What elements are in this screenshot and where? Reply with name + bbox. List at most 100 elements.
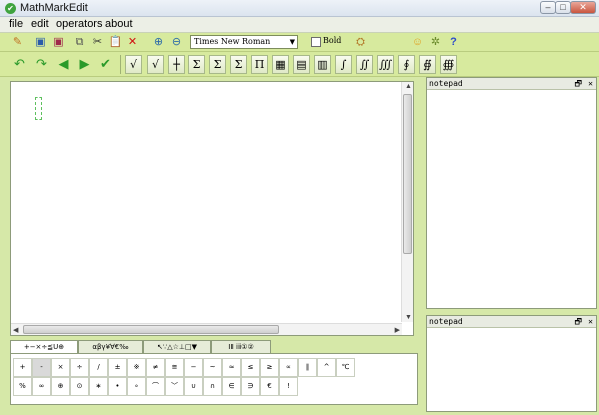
nth-root-button[interactable]: √ bbox=[147, 55, 164, 74]
maximize-button[interactable]: □ bbox=[555, 1, 571, 14]
symbol-cell[interactable]: ⊕ bbox=[51, 377, 70, 396]
menu-about[interactable]: about bbox=[105, 18, 133, 30]
image-icon[interactable]: ⛭ bbox=[353, 35, 368, 50]
symbol-cell[interactable]: ^ bbox=[317, 358, 336, 377]
symbol-cell[interactable]: ≈ bbox=[222, 358, 241, 377]
symbol-cell[interactable]: ≠ bbox=[146, 358, 165, 377]
notepad-title: notepad bbox=[429, 79, 463, 88]
sum-limits-button[interactable]: Σ bbox=[209, 55, 226, 74]
font-select[interactable]: Times New Roman ▼ bbox=[190, 35, 298, 49]
symbol-cell[interactable]: € bbox=[260, 377, 279, 396]
save-icon[interactable]: ▣ bbox=[33, 35, 48, 50]
menu-operators[interactable]: operators bbox=[56, 18, 102, 30]
symbol-cell[interactable]: ∘ bbox=[127, 377, 146, 396]
main-toolbar: ✎ ▣ ▣ ⧉ ✂ 📋 ✕ ⊕ ⊖ Times New Roman ▼ Bold… bbox=[0, 33, 599, 52]
tab-greek[interactable]: αβγ¥∀€‰ bbox=[78, 340, 143, 353]
symbol-cell[interactable]: ∋ bbox=[241, 377, 260, 396]
symbol-cell[interactable]: ∈ bbox=[222, 377, 241, 396]
scroll-right-icon[interactable]: ▶ bbox=[395, 326, 400, 334]
smiley-icon[interactable]: ☺ bbox=[410, 35, 425, 50]
symbol-cell[interactable]: ⊙ bbox=[70, 377, 89, 396]
zoom-in-icon[interactable]: ⊕ bbox=[151, 35, 166, 50]
symbol-tabs: +−×÷≦U⊕ αβγ¥∀€‰ ↖∵△☆⊥□▼ ⅠⅡ ⅰⅱ①② bbox=[10, 340, 420, 354]
product-button[interactable]: Π bbox=[251, 55, 268, 74]
symbol-cell[interactable]: × bbox=[51, 358, 70, 377]
bold-checkbox[interactable] bbox=[311, 37, 321, 47]
double-integral-button[interactable]: ∬ bbox=[356, 55, 373, 74]
symbol-cell[interactable]: ≤ bbox=[241, 358, 260, 377]
back-icon[interactable]: ◀ bbox=[56, 56, 71, 71]
vertical-scroll-thumb[interactable] bbox=[403, 94, 412, 254]
symbol-cell[interactable]: / bbox=[89, 358, 108, 377]
zoom-out-icon[interactable]: ⊖ bbox=[169, 35, 184, 50]
symbol-cell[interactable]: ※ bbox=[127, 358, 146, 377]
symbol-cell[interactable]: ≅ bbox=[165, 358, 184, 377]
fraction-button[interactable]: ┼ bbox=[168, 55, 185, 74]
forward-icon[interactable]: ▶ bbox=[77, 56, 92, 71]
symbol-cell[interactable]: ﹀ bbox=[165, 377, 184, 396]
symbol-cell[interactable]: ∗ bbox=[89, 377, 108, 396]
paste-icon[interactable]: 📋 bbox=[108, 35, 123, 50]
matrix-cols-button[interactable]: ▥ bbox=[314, 55, 331, 74]
equation-editor[interactable]: ▲ ▼ ◀ ▶ bbox=[10, 81, 414, 336]
triple-integral-button[interactable]: ∭ bbox=[377, 55, 394, 74]
app-logo-icon: ✔ bbox=[5, 3, 16, 14]
symbol-cell[interactable]: • bbox=[108, 377, 127, 396]
symbol-cell[interactable]: ⌒ bbox=[146, 377, 165, 396]
scroll-left-icon[interactable]: ◀ bbox=[13, 326, 18, 334]
check-icon[interactable]: ✔ bbox=[98, 56, 113, 71]
menu-edit[interactable]: edit bbox=[31, 18, 49, 30]
settings-icon[interactable]: ✲ bbox=[428, 35, 443, 50]
volume-integral-button[interactable]: ∰ bbox=[440, 55, 457, 74]
symbol-cell[interactable]: - bbox=[32, 358, 51, 377]
close-icon[interactable]: ✕ bbox=[588, 78, 593, 90]
scroll-down-icon[interactable]: ▼ bbox=[405, 314, 412, 321]
symbol-cell[interactable]: ± bbox=[108, 358, 127, 377]
symbol-cell[interactable]: ! bbox=[279, 377, 298, 396]
save-as-icon[interactable]: ▣ bbox=[51, 35, 66, 50]
symbol-cell[interactable]: ∪ bbox=[184, 377, 203, 396]
restore-icon[interactable]: 🗗 bbox=[574, 78, 582, 90]
menu-file[interactable]: file bbox=[9, 18, 23, 30]
edit-icon[interactable]: ✎ bbox=[10, 35, 25, 50]
horizontal-scrollbar[interactable]: ◀ ▶ bbox=[11, 323, 402, 335]
matrix-button[interactable]: ▦ bbox=[272, 55, 289, 74]
undo-icon[interactable]: ↶ bbox=[12, 56, 27, 71]
input-placeholder-box[interactable] bbox=[35, 97, 42, 120]
symbol-cell[interactable]: ∥ bbox=[298, 358, 317, 377]
tab-operators[interactable]: +−×÷≦U⊕ bbox=[10, 340, 78, 354]
symbol-cell[interactable]: ∩ bbox=[203, 377, 222, 396]
notepad-panel-bottom[interactable]: notepad 🗗 ✕ bbox=[426, 315, 597, 412]
tab-arrows[interactable]: ↖∵△☆⊥□▼ bbox=[143, 340, 211, 353]
cut-icon[interactable]: ✂ bbox=[90, 35, 105, 50]
symbol-cell[interactable]: % bbox=[13, 377, 32, 396]
contour-integral-button[interactable]: ∮ bbox=[398, 55, 415, 74]
symbol-cell[interactable]: ÷ bbox=[70, 358, 89, 377]
copy-icon[interactable]: ⧉ bbox=[72, 35, 87, 50]
restore-icon[interactable]: 🗗 bbox=[574, 316, 582, 328]
surface-integral-button[interactable]: ∯ bbox=[419, 55, 436, 74]
symbol-cell[interactable]: ∞ bbox=[32, 377, 51, 396]
vertical-scrollbar[interactable]: ▲ ▼ bbox=[401, 82, 413, 322]
tab-numerals[interactable]: ⅠⅡ ⅰⅱ①② bbox=[211, 340, 271, 353]
scroll-up-icon[interactable]: ▲ bbox=[405, 83, 412, 90]
symbol-cell[interactable]: ℃ bbox=[336, 358, 355, 377]
close-button[interactable]: ✕ bbox=[570, 1, 596, 14]
sum-button[interactable]: Σ bbox=[188, 55, 205, 74]
symbol-cell[interactable]: ≥ bbox=[260, 358, 279, 377]
help-icon[interactable]: ? bbox=[446, 35, 461, 50]
integral-button[interactable]: ∫ bbox=[335, 55, 352, 74]
matrix-rows-button[interactable]: ▤ bbox=[293, 55, 310, 74]
symbol-cell[interactable]: ∝ bbox=[279, 358, 298, 377]
symbol-cell[interactable]: + bbox=[13, 358, 32, 377]
redo-icon[interactable]: ↷ bbox=[34, 56, 49, 71]
minimize-button[interactable]: – bbox=[540, 1, 556, 14]
symbol-cell[interactable]: ~ bbox=[203, 358, 222, 377]
sqrt-button[interactable]: √ bbox=[125, 55, 142, 74]
notepad-panel-top[interactable]: notepad 🗗 ✕ bbox=[426, 77, 597, 309]
sum-sub-button[interactable]: Σ bbox=[230, 55, 247, 74]
close-icon[interactable]: ✕ bbox=[588, 316, 593, 328]
delete-icon[interactable]: ✕ bbox=[125, 35, 140, 50]
symbol-cell[interactable]: − bbox=[184, 358, 203, 377]
horizontal-scroll-thumb[interactable] bbox=[23, 325, 279, 334]
